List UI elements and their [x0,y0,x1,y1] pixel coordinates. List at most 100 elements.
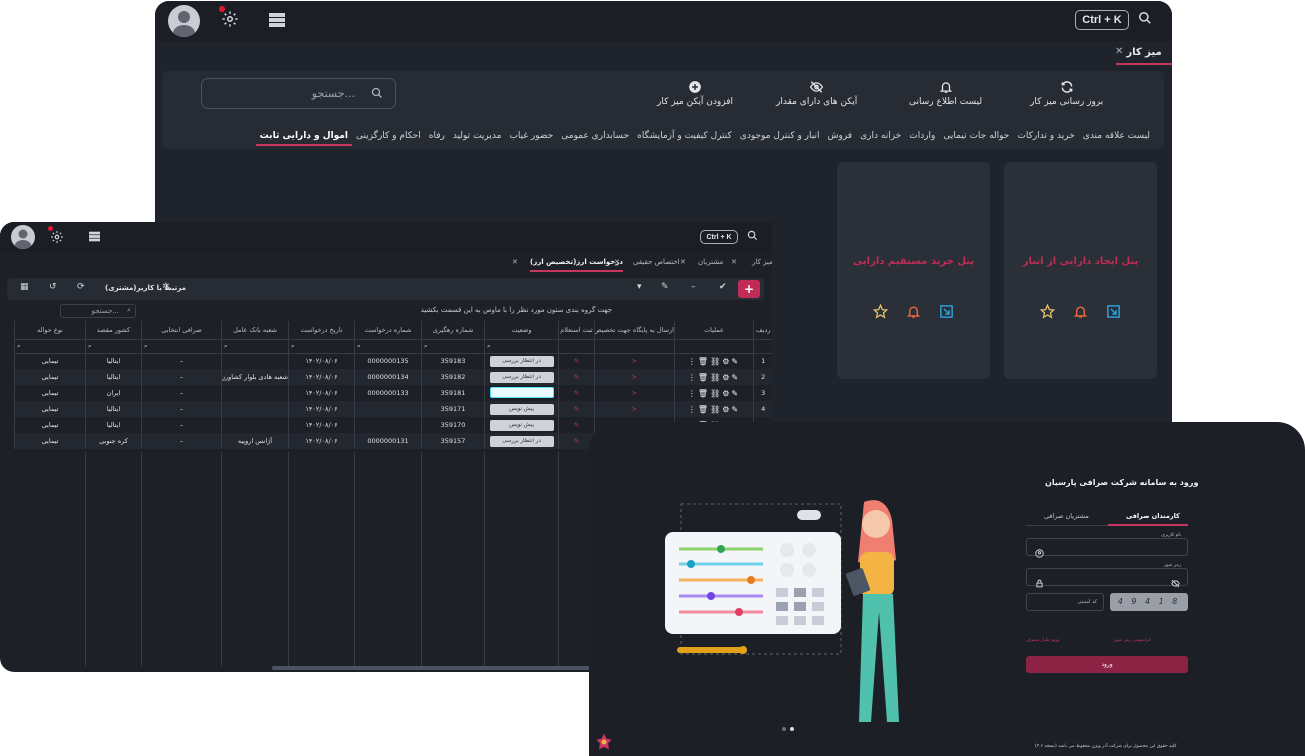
captcha-input[interactable]: کد امنیتی [1026,593,1104,611]
star-icon[interactable] [1040,304,1055,319]
col-header[interactable]: نوع حواله [14,321,86,340]
filter-cell[interactable]: ⌕ [221,339,289,354]
share-icon[interactable]: ≺ [632,405,637,413]
avatar[interactable] [168,5,200,37]
bell-icon[interactable] [906,304,921,319]
avatar[interactable] [11,225,35,249]
filter-cell[interactable]: ⌕ [85,339,142,354]
shortcut-badge[interactable]: Ctrl + K [1075,10,1129,30]
server-icon[interactable] [268,12,286,28]
carousel-dot[interactable] [790,727,794,731]
tab-employees[interactable]: کارمندان صرافی [1126,512,1180,520]
menu-item[interactable]: رفاه [425,131,449,146]
col-header[interactable]: ثبت استعلام [558,321,595,340]
menu-item[interactable]: انبار و کنترل موجودی [736,131,824,146]
menu-item[interactable]: واردات [905,131,939,146]
menu-item[interactable]: فروش [824,131,857,146]
server-icon[interactable] [88,231,101,242]
col-header[interactable]: وضعیت [484,321,559,340]
table-row[interactable]: 3 ✎⚙⛓🗑⋮ ≺ ✎ 359181 0000000133 ۱۴۰۲/۰۸/۰۶ – ایران… [14,385,772,401]
login-button[interactable]: ورود [1026,656,1188,673]
menu-item[interactable]: لیست علاقه مندی [1079,131,1154,146]
bell-icon[interactable] [1073,304,1088,319]
close-icon[interactable]: ✕ [731,258,737,266]
tab-currency-request[interactable]: درخواست ارز(تخصیص ارز) [530,258,623,272]
search-icon[interactable] [1138,11,1152,25]
filter-cell[interactable]: ⌕ [14,339,86,354]
calendar-icon[interactable]: ▦ [20,282,29,292]
forgot-password-link[interactable]: فراموشی رمز عبور [1114,638,1151,643]
filter-cell[interactable]: ⌕ [141,339,222,354]
otp-login-link[interactable]: ورود یکبار مصرف [1026,638,1059,643]
direct-purchase-card[interactable]: پنل خرید مستقیم دارایی [837,162,990,379]
table-row[interactable]: 4 ✎⚙⛓🗑⋮ ≺ ✎ پیش نویس 359171 ۱۴۰۲/۰۸/۰۶ – ایتالیا… [14,401,772,417]
table-row[interactable]: 1 ✎⚙⛓🗑⋮ ≺ ✎ در انتظار بررسی 359183 0000000135 ۱… [14,353,772,369]
gear-icon[interactable] [50,230,64,244]
pin-icon[interactable]: ✎ [661,282,669,292]
menu-item[interactable]: مدیریت تولید [449,131,506,146]
col-header[interactable]: صرافی انتخابی [141,321,222,340]
add-button[interactable]: + [738,280,760,298]
col-header[interactable]: شماره رهگیری [421,321,485,340]
menu-item[interactable]: خزانه داری [856,131,905,146]
col-header[interactable]: ردیف [753,321,772,340]
notify-list-button[interactable]: لیست اطلاع رسانی [909,80,982,107]
menu-item[interactable]: کنترل کیفیت و آزمایشگاه [633,131,736,146]
minus-icon[interactable]: – [691,282,696,292]
username-field[interactable]: نام کاربری [1026,533,1188,558]
close-icon[interactable]: ✕ [512,258,518,266]
asset-from-warehouse-card[interactable]: پنل ایجاد دارایی از انبار [1004,162,1157,379]
horizontal-scrollbar[interactable] [272,666,590,670]
open-external-icon[interactable] [1106,304,1121,319]
edit-icon[interactable]: ✎ [574,373,579,381]
tab-customers[interactable]: مشتریان [698,258,723,266]
tab-customers[interactable]: مشتریان صرافی [1044,512,1089,520]
col-header[interactable]: ارسال به پایگاه جهت تخصیص [594,321,675,340]
row-action-icons[interactable]: ✎⚙⛓🗑⋮ [688,373,740,382]
eye-off-icon[interactable] [1170,573,1181,592]
star-icon[interactable] [873,304,888,319]
col-header[interactable]: عملیات [674,321,754,340]
edit-icon[interactable]: ✎ [574,389,579,397]
table-row[interactable]: 2 ✎⚙⛓🗑⋮ ≺ ✎ در انتظار بررسی 359182 0000000134 ۱… [14,369,772,385]
edit-icon[interactable]: ✎ [574,357,579,365]
menu-item[interactable]: حضور غیاب [505,131,557,146]
row-action-icons[interactable]: ✎⚙⛓🗑⋮ [688,357,740,366]
edit-icon[interactable]: ✎ [574,421,579,429]
menu-item-active[interactable]: اموال و دارایی ثابت [255,131,352,146]
filter-cell[interactable]: ⌕ [288,339,355,354]
chevron-down-icon[interactable]: ▾ [637,282,642,292]
filter-cell[interactable]: ⌕ [354,339,422,354]
gear-icon[interactable] [221,10,239,28]
password-field[interactable]: رمز عبور [1026,563,1188,588]
captcha-image[interactable]: 4 9 4 1 8 [1110,593,1188,611]
col-header[interactable]: شعبه بانک عامل [221,321,289,340]
search-icon[interactable] [747,230,758,241]
menu-item[interactable]: حواله جات تیمایی [939,131,1013,146]
menu-item[interactable]: احکام و کارگزینی [352,131,425,146]
share-icon[interactable]: ≺ [632,373,637,381]
undo-icon[interactable]: ↺ [49,282,57,292]
shortcut-badge[interactable]: Ctrl + K [700,230,738,244]
edit-icon[interactable]: ✎ [574,437,579,445]
add-desk-icon-button[interactable]: افزودن آیکن میز کار [657,80,733,107]
tab-desk[interactable]: میز کار [752,258,772,266]
edit-icon[interactable]: ✎ [574,405,579,413]
refresh-icon[interactable]: ⟳ [77,282,85,292]
carousel-dot[interactable] [782,727,786,731]
share-icon[interactable]: ≺ [632,357,637,365]
open-external-icon[interactable] [939,304,954,319]
col-header[interactable]: تاریخ درخواست [288,321,355,340]
valued-icons-button[interactable]: آیکن های دارای مقدار [776,80,857,107]
filter-cell[interactable]: ⌕ [484,339,559,354]
col-header[interactable]: کشور مقصد [85,321,142,340]
search-input[interactable]: جستجو... [201,78,396,109]
check-icon[interactable]: ✔ [719,282,727,292]
tab-real-allocation[interactable]: اختصاص حقیقی [633,258,680,266]
refresh-desk-button[interactable]: بروز رسانی میز کار [1030,80,1103,107]
menu-item[interactable]: خرید و تدارکات [1013,131,1078,146]
close-icon[interactable]: ✕ [680,258,686,266]
share-icon[interactable]: ≺ [632,389,637,397]
col-header[interactable]: شماره درخواست [354,321,422,340]
row-action-icons[interactable]: ✎⚙⛓🗑⋮ [688,389,740,398]
